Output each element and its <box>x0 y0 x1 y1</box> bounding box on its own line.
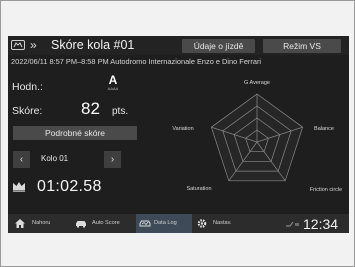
nav-settings-label: Nastav. <box>213 220 232 226</box>
lap-label: Kolo 01 <box>41 154 69 163</box>
home-icon <box>15 219 25 228</box>
detailed-score-button[interactable]: Podrobné skóre <box>13 126 137 140</box>
best-lap-time: 01:02.58 <box>37 178 102 195</box>
nav-data-log[interactable]: Data Log <box>136 214 192 233</box>
page-title: Skóre kola #01 <box>51 38 135 52</box>
nav-auto-score-label: Auto Score <box>92 220 120 226</box>
radar-axis-label: Variation <box>172 126 193 132</box>
score-label: Skóre: <box>12 105 43 117</box>
score-value: 82 <box>81 99 100 118</box>
score-unit: pts. <box>112 106 129 117</box>
nav-auto-score[interactable]: Auto Score <box>75 214 135 233</box>
radar-axis-label: Friction circle <box>310 187 342 193</box>
grade-badge: A AAAA <box>106 74 120 91</box>
chevron-right-icon: › <box>110 154 115 165</box>
car-icon <box>76 221 86 228</box>
radar-chart: G Average Balance Friction circle Saturatio… <box>172 80 342 193</box>
radar-grid <box>210 93 304 182</box>
nav-settings[interactable]: Nastav. <box>196 214 244 233</box>
lap-selector: ‹ Kolo 01 › <box>13 151 137 168</box>
session-info: 2022/06/11 8:57 PM–8:58 PM Autodromo Int… <box>11 57 262 66</box>
infotainment-screen: » Skóre kola #01 Údaje o jízdě Režim VS … <box>8 36 349 233</box>
device-frame: » Skóre kola #01 Údaje o jízdě Režim VS … <box>0 0 355 267</box>
chevron-left-icon: ‹ <box>19 154 24 165</box>
breadcrumb-chevrons: » <box>30 38 37 52</box>
clock: 12:34 <box>303 216 339 232</box>
vs-mode-button[interactable]: Režim VS <box>263 39 341 53</box>
header-bar: » Skóre kola #01 Údaje o jízdě Režim VS <box>8 36 349 55</box>
gear-icon <box>197 219 207 228</box>
honda-logo-icon <box>11 40 25 50</box>
radar-axis-label: Balance <box>314 126 334 132</box>
driving-data-button[interactable]: Údaje o jízdě <box>182 39 255 53</box>
signal-status-icon <box>286 221 299 227</box>
crown-icon <box>13 182 25 192</box>
bottom-nav-bar: Nahoru Auto Score Data Log Nastav. 12:34 <box>8 214 349 233</box>
nav-data-log-label: Data Log <box>154 220 177 226</box>
rating-label: Hodn.: <box>12 81 43 93</box>
next-lap-button[interactable]: › <box>104 151 121 168</box>
datalog-icon <box>139 220 151 227</box>
nav-home-label: Nahoru <box>32 220 51 226</box>
radar-axis-label: G Average <box>244 80 270 86</box>
nav-home[interactable]: Nahoru <box>14 214 62 233</box>
previous-lap-button[interactable]: ‹ <box>13 151 30 168</box>
radar-axis-label: Saturation <box>186 186 211 192</box>
grade-letter: A <box>108 73 118 87</box>
grade-sub: AAAA <box>107 86 119 91</box>
